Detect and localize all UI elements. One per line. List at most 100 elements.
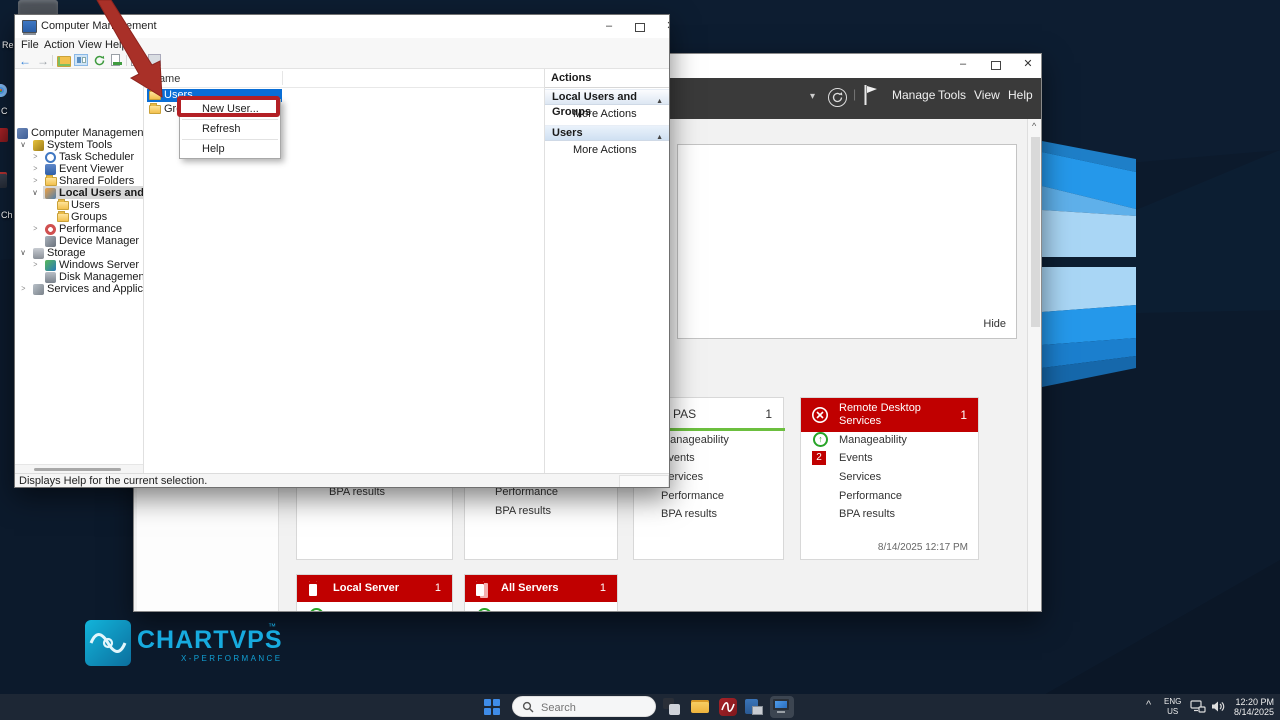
rds-services-link[interactable]: Services	[839, 471, 881, 483]
taskbar-search[interactable]	[512, 696, 656, 717]
actions-more-actions-users[interactable]: More Actions▶	[545, 142, 670, 158]
chartvps-logo-icon	[85, 620, 131, 666]
pas-tile-title[interactable]: PAS	[673, 407, 696, 421]
tree-item-local-users-and-groups[interactable]: vLocal Users and Groups	[15, 187, 144, 199]
tray-time: 12:20 PM	[1228, 697, 1274, 707]
network-icon[interactable]	[1190, 700, 1206, 714]
cm-maximize-button[interactable]	[625, 18, 655, 36]
task-scheduler-icon	[45, 152, 56, 163]
tree-expanded-icon[interactable]: v	[21, 139, 25, 151]
local-users-groups-icon	[45, 188, 56, 199]
sm-close-button[interactable]: ✕	[1013, 56, 1042, 74]
actions-section-local-users-groups[interactable]: Local Users and Groups▲	[545, 89, 670, 105]
sm-menu-help[interactable]: Help	[1008, 88, 1033, 102]
start-button[interactable]	[484, 699, 500, 715]
cm-close-button[interactable]: ✕	[656, 18, 670, 36]
sm-minimize-button[interactable]: –	[948, 56, 978, 74]
tree-collapsed-icon[interactable]: >	[33, 175, 37, 187]
event-viewer-icon	[45, 164, 56, 175]
flag-icon[interactable]	[864, 85, 878, 105]
pas-bpa-results-link[interactable]: BPA results	[661, 508, 717, 520]
sm-menu-view[interactable]: View	[974, 88, 1000, 102]
list-column-separator	[282, 71, 283, 85]
task-view-button[interactable]	[662, 697, 682, 717]
tree-item-event-viewer[interactable]: >Event Viewer	[15, 163, 144, 175]
tree-item-device-manager[interactable]: Device Manager	[15, 235, 144, 247]
file-explorer-button[interactable]	[690, 697, 710, 717]
local-server-tile-header[interactable]: Local Server 1	[297, 575, 452, 602]
tile3-bpa-results-link[interactable]: BPA results	[495, 505, 551, 517]
sm-tile-local-server[interactable]: Local Server 1 ↑	[296, 574, 453, 612]
tree-collapsed-icon[interactable]: >	[33, 259, 37, 271]
rds-tile-header[interactable]: Remote Desktop Services 1	[801, 398, 978, 432]
pas-performance-link[interactable]: Performance	[661, 490, 724, 502]
rds-manageability-link[interactable]: Manageability	[839, 434, 907, 446]
sm-tile-all-servers[interactable]: All Servers 1 ↑	[464, 574, 618, 612]
back-icon[interactable]: ←	[19, 54, 31, 68]
scrollbar-up-icon[interactable]: ^	[1032, 121, 1036, 131]
maximize-icon	[991, 61, 1001, 70]
sm-vertical-scrollbar[interactable]: ^	[1027, 119, 1042, 612]
tree-item-storage[interactable]: vStorage	[15, 247, 144, 259]
forward-icon[interactable]: →	[37, 54, 49, 68]
rds-events-link[interactable]: Events	[839, 452, 873, 464]
tree-item-computer-management[interactable]: Computer Management (Local)	[15, 127, 144, 139]
actions-section-users[interactable]: Users▲	[545, 125, 670, 141]
device-manager-icon	[45, 236, 56, 247]
tree-expanded-icon[interactable]: v	[21, 247, 25, 259]
system-tools-icon	[33, 140, 44, 151]
tree-item-system-tools[interactable]: vSystem Tools	[15, 139, 144, 151]
sm-maximize-button[interactable]	[981, 56, 1011, 74]
all-servers-tile-header[interactable]: All Servers 1	[465, 575, 617, 602]
tree-collapsed-icon[interactable]: >	[33, 151, 37, 163]
sm-scrollbar-thumb[interactable]	[1031, 137, 1040, 327]
tree-item-users[interactable]: Users	[15, 199, 144, 211]
tray-chevron[interactable]: ^	[1146, 699, 1151, 711]
rds-bpa-results-link[interactable]: BPA results	[839, 508, 895, 520]
tree-collapsed-icon[interactable]: >	[21, 283, 25, 295]
red-chart-app-button[interactable]	[718, 697, 738, 717]
desktop-icon-label-c[interactable]: C	[1, 106, 8, 116]
sm-welcome-hide-link[interactable]: Hide	[983, 318, 1006, 330]
sm-menu-manage[interactable]: Manage	[892, 88, 935, 102]
computer-icon	[17, 128, 28, 139]
show-console-tree-icon[interactable]	[74, 54, 88, 66]
tray-language[interactable]: ENG US	[1164, 697, 1181, 717]
search-input[interactable]	[539, 698, 653, 717]
tray-clock[interactable]: 12:20 PM 8/14/2025	[1228, 697, 1274, 717]
sm-refresh-button[interactable]	[828, 88, 847, 107]
server-manager-taskbar-button[interactable]	[744, 697, 764, 717]
tree-horizontal-scrollbar[interactable]	[15, 464, 143, 473]
tree-item-task-scheduler[interactable]: >Task Scheduler	[15, 151, 144, 163]
computer-management-taskbar-button[interactable]	[770, 696, 794, 718]
cm-minimize-button[interactable]: –	[594, 18, 624, 36]
tree-scrollbar-thumb[interactable]	[34, 468, 121, 471]
cm-menu-file[interactable]: File	[17, 38, 43, 53]
actions-more-actions-lug[interactable]: More Actions▶	[545, 106, 670, 122]
tree-item-services-and-applications[interactable]: >Services and Applications	[15, 283, 144, 295]
pas-manageability-link[interactable]: Manageability	[661, 434, 729, 446]
desktop-icon-label-recycle[interactable]: Re	[2, 40, 14, 50]
desktop-icon-label-ch[interactable]: Ch	[1, 210, 13, 220]
tree-collapsed-icon[interactable]: >	[33, 223, 37, 235]
speaker-icon[interactable]	[1211, 700, 1226, 713]
cm-console-tree-pane: Computer Management (Local) vSystem Tool…	[15, 69, 144, 473]
sm-tile-rds[interactable]: Remote Desktop Services 1 ↑ Manageabilit…	[800, 397, 979, 560]
dark-app-desktop-icon[interactable]	[0, 172, 7, 188]
tree-expanded-icon[interactable]: v	[33, 187, 37, 199]
tree-item-disk-management[interactable]: Disk Management	[15, 271, 144, 283]
red-app-desktop-icon[interactable]	[0, 128, 8, 142]
up-folder-icon[interactable]	[57, 56, 71, 67]
tree-item-shared-folders[interactable]: >Shared Folders	[15, 175, 144, 187]
cm-status-bar: Displays Help for the current selection.	[15, 473, 670, 488]
tree-item-performance[interactable]: >Performance	[15, 223, 144, 235]
sm-notifications-dropdown[interactable]: ▾	[810, 91, 815, 102]
cm-menu-action[interactable]: Action	[40, 38, 79, 53]
tree-collapsed-icon[interactable]: >	[33, 163, 37, 175]
tree-item-groups[interactable]: Groups	[15, 211, 144, 223]
rds-performance-link[interactable]: Performance	[839, 490, 902, 502]
tree-item-windows-server-backup[interactable]: >Windows Server Backup	[15, 259, 144, 271]
context-menu-help[interactable]: Help	[180, 140, 280, 159]
sm-menu-tools[interactable]: Tools	[938, 88, 966, 102]
context-menu-refresh[interactable]: Refresh	[180, 120, 280, 139]
